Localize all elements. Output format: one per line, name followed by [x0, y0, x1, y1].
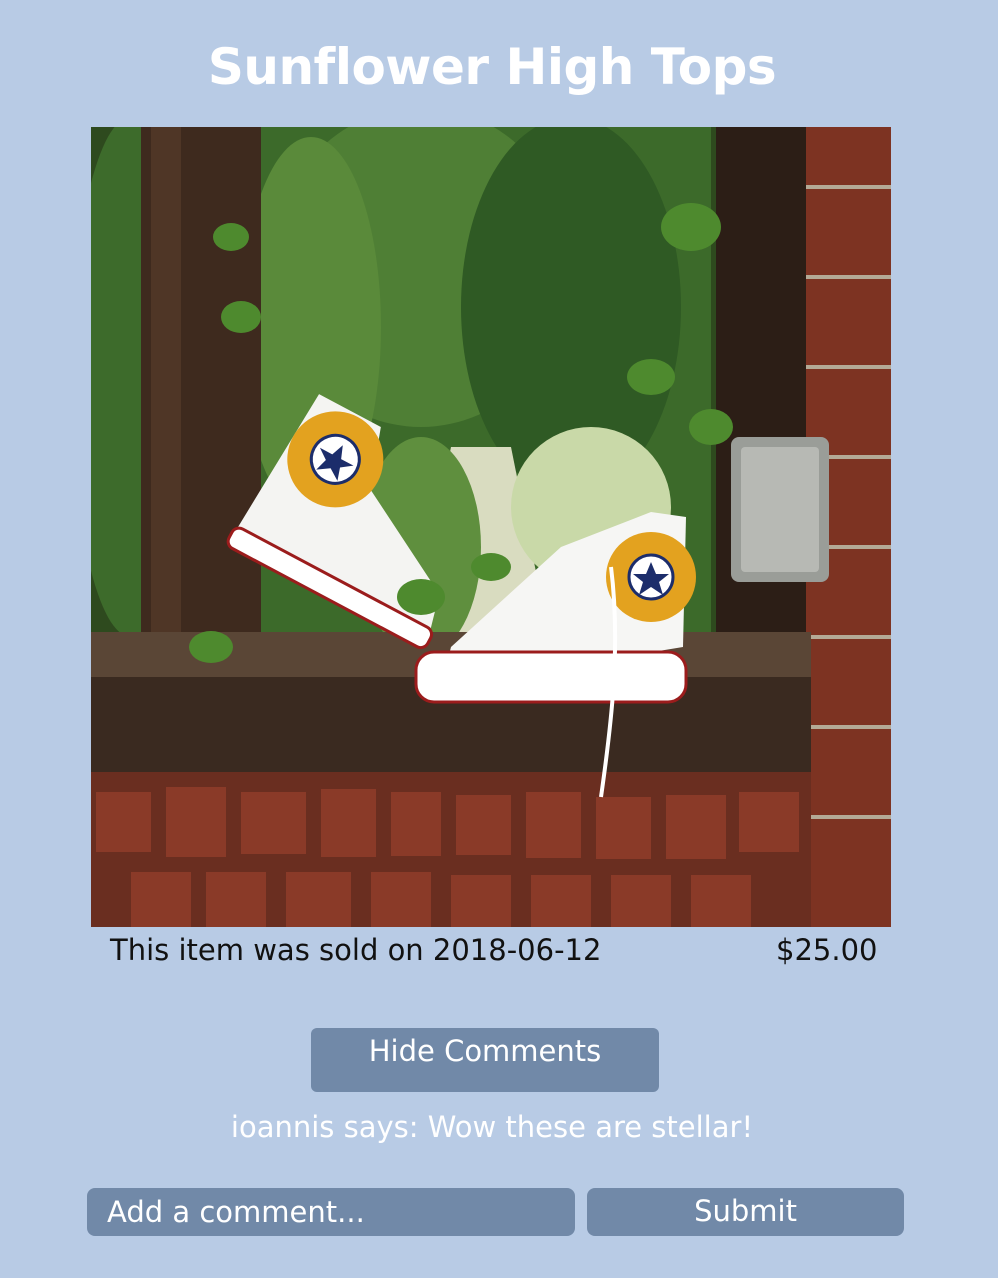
page-title: Sunflower High Tops	[207, 38, 777, 96]
hide-comments-button[interactable]: Hide Comments	[311, 1028, 659, 1092]
comment-item: ioannis says: Wow these are stellar!	[230, 1110, 754, 1144]
sold-date-text: This item was sold on 2018-06-12	[110, 933, 602, 967]
price-label: $25.00	[776, 933, 878, 967]
product-photo	[91, 127, 891, 927]
comment-input[interactable]	[87, 1188, 575, 1236]
submit-button[interactable]: Submit	[587, 1188, 904, 1236]
product-page: Sunflower High Tops This item was sold o…	[0, 0, 998, 1278]
